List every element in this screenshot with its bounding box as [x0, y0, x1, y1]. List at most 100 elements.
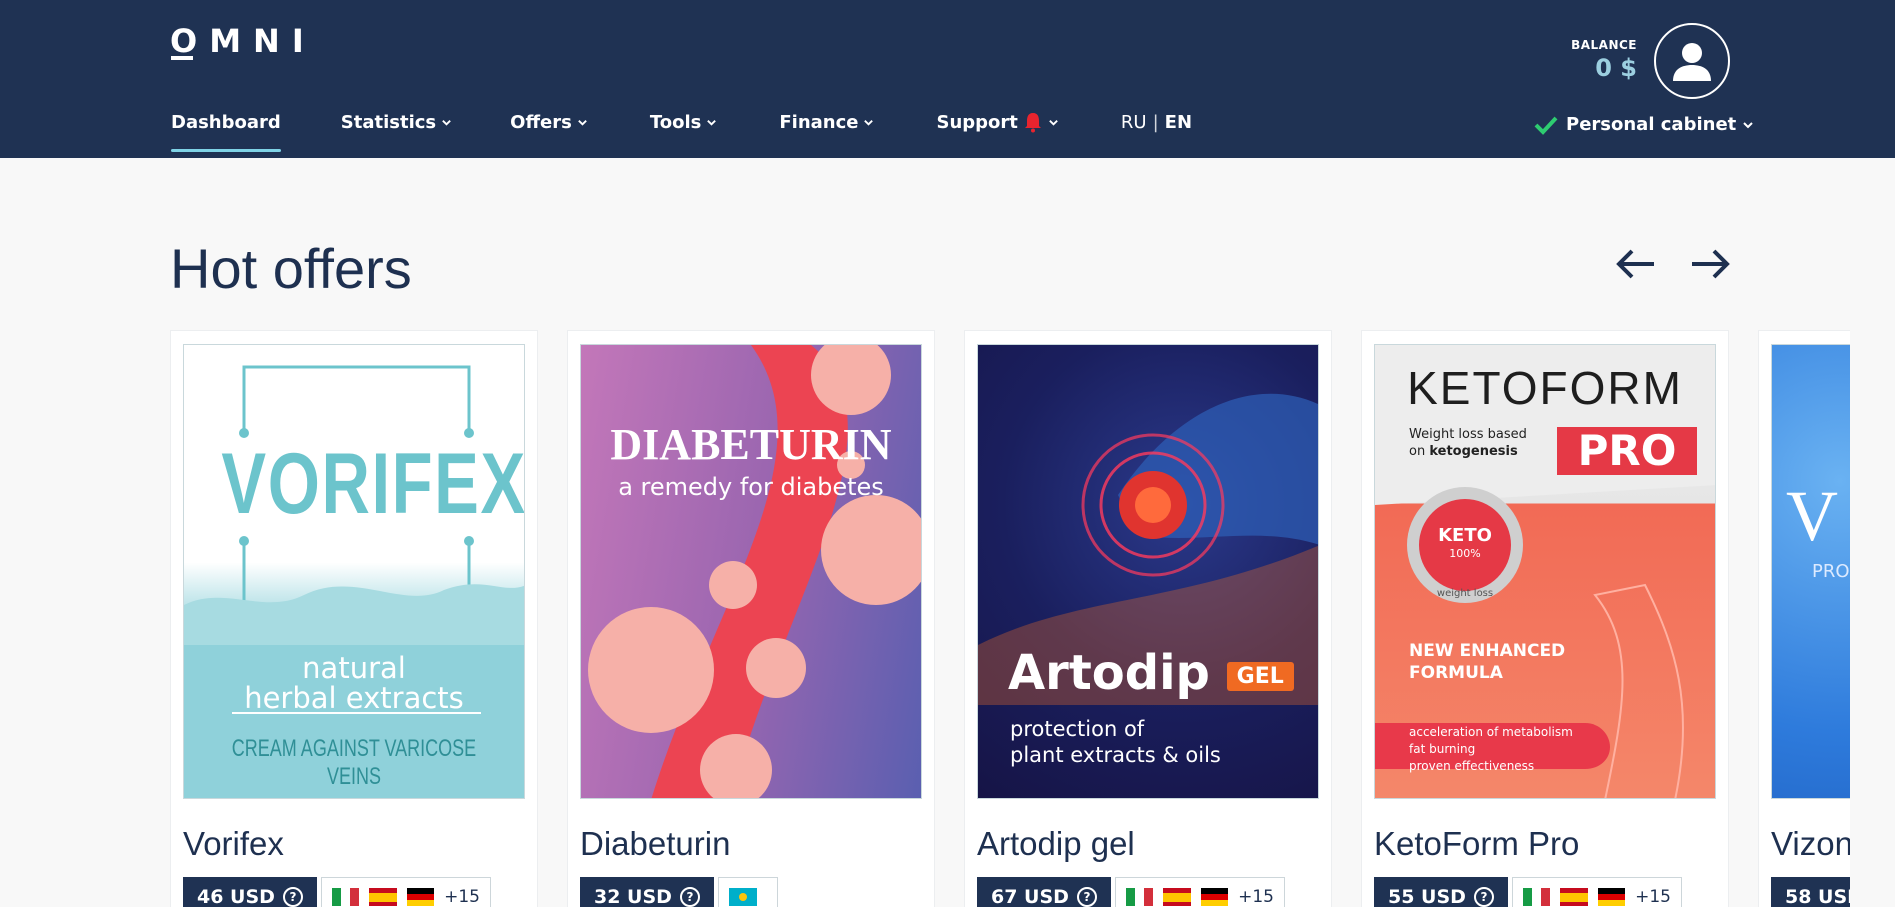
ketoform-tag3: ketogenesis: [1429, 444, 1518, 459]
ketoform-tag2: on: [1409, 444, 1426, 459]
check-icon: [1534, 116, 1558, 135]
germany-flag-icon: [1200, 888, 1229, 906]
chevron-down-icon: [1049, 119, 1058, 126]
balance-label: BALANCE: [1571, 38, 1637, 52]
chevron-down-icon: [578, 119, 587, 126]
nav-tools[interactable]: Tools: [650, 108, 718, 136]
chevron-down-icon: [707, 119, 717, 126]
italy-flag-icon: [1523, 888, 1551, 906]
artodip-brand: Artodip GEL: [1008, 645, 1318, 701]
main-nav: Dashboard Statistics Offers Tools Financ…: [171, 108, 1192, 152]
nav-dashboard[interactable]: Dashboard: [171, 108, 281, 152]
ketoform-line1: NEW ENHANCED: [1409, 641, 1566, 661]
ketoform-b1: acceleration of metabolism: [1409, 725, 1573, 739]
offer-name[interactable]: Artodip gel: [977, 825, 1135, 863]
ketoform-seal3: weight loss: [1436, 588, 1494, 599]
lang-ru[interactable]: RU: [1121, 112, 1147, 133]
more-geos-count: +15: [1238, 887, 1275, 907]
offer-price: 32 USD?: [580, 877, 714, 907]
offer-name[interactable]: Diabeturin: [580, 825, 730, 863]
chevron-down-icon: [442, 119, 451, 126]
offer-geos[interactable]: +15: [321, 877, 491, 907]
nav-statistics[interactable]: Statistics: [341, 108, 452, 136]
offer-geos[interactable]: +15: [1512, 877, 1682, 907]
artodip-badge: GEL: [1226, 661, 1294, 691]
offer-card[interactable]: V PRO Vizon 58 USD?: [1758, 330, 1850, 907]
artodip-brand-text: Artodip: [1008, 645, 1210, 701]
balance-block: BALANCE 0 $: [1571, 38, 1637, 82]
vizon-line1: PRO: [1812, 561, 1850, 582]
germany-flag-icon: [1597, 888, 1626, 906]
offer-image: V PRO: [1771, 344, 1850, 799]
kazakhstan-flag-icon: [729, 888, 757, 906]
offer-card[interactable]: KETOFORM PRO Weight loss based on ketoge…: [1361, 330, 1729, 907]
offer-name[interactable]: KetoForm Pro: [1374, 825, 1579, 863]
nav-statistics-label: Statistics: [340, 111, 437, 133]
offer-geos[interactable]: +15: [1115, 877, 1285, 907]
offer-card[interactable]: Artodip GEL protection of plant extracts…: [964, 330, 1332, 907]
section-title: Hot offers: [170, 237, 412, 300]
nav-support[interactable]: Support: [936, 108, 1058, 136]
ketoform-seal2: 100%: [1449, 547, 1481, 560]
arrow-left-icon[interactable]: [1614, 246, 1658, 282]
offer-geos[interactable]: [718, 877, 778, 907]
nav-dashboard-label: Dashboard: [171, 111, 281, 133]
offer-price: 67 USD?: [977, 877, 1111, 907]
vorifex-line1: natural: [302, 651, 406, 685]
more-geos-count: +15: [444, 887, 481, 907]
vorifex-brand: VORIFEX: [221, 436, 525, 532]
lang-separator: |: [1152, 111, 1159, 133]
offer-image: Artodip GEL protection of plant extracts…: [977, 344, 1319, 799]
vorifex-line3: CREAM AGAINST VARICOSE VEINS: [231, 735, 477, 790]
ketoform-b2: fat burning: [1409, 742, 1476, 756]
nav-support-label: Support: [936, 111, 1018, 133]
arrow-right-icon[interactable]: [1688, 246, 1732, 282]
offer-price-value: 46 USD: [197, 886, 275, 907]
offer-price-value: 32 USD: [594, 886, 672, 907]
offer-price: 58 USD?: [1771, 877, 1850, 907]
offer-card[interactable]: VORIFEX natural herbal extracts CREAM AG…: [170, 330, 538, 907]
logo-underline: [171, 56, 193, 60]
help-icon[interactable]: ?: [282, 887, 303, 907]
ketoform-line2: FORMULA: [1409, 663, 1503, 683]
nav-finance[interactable]: Finance: [779, 108, 874, 136]
offer-name[interactable]: Vizon: [1771, 825, 1850, 863]
language-switcher: RU | EN: [1121, 112, 1192, 133]
offer-image: DIABETURIN a remedy for diabetes: [580, 344, 922, 799]
offer-name[interactable]: Vorifex: [183, 825, 284, 863]
nav-tools-label: Tools: [649, 111, 702, 133]
help-icon[interactable]: ?: [1076, 887, 1097, 907]
diabeturin-art: [588, 345, 921, 798]
user-icon: [1673, 43, 1711, 81]
italy-flag-icon: [1126, 888, 1154, 906]
lang-en[interactable]: EN: [1165, 112, 1192, 133]
avatar[interactable]: [1654, 23, 1730, 99]
top-header: OMNI Dashboard Statistics Offers Tools F…: [0, 0, 1895, 158]
ketoform-tag2-row: on ketogenesis: [1409, 444, 1715, 459]
help-icon[interactable]: ?: [679, 887, 700, 907]
ketoform-seal1: KETO: [1438, 525, 1492, 546]
italy-flag-icon: [332, 888, 360, 906]
spain-flag-icon: [1560, 888, 1588, 906]
offer-price-value: 58 USD: [1785, 886, 1850, 907]
personal-cabinet-label: Personal cabinet: [1566, 114, 1737, 135]
offer-card[interactable]: DIABETURIN a remedy for diabetes Diabetu…: [567, 330, 935, 907]
help-icon[interactable]: ?: [1473, 887, 1494, 907]
diabeturin-line1: a remedy for diabetes: [618, 473, 884, 501]
offers-carousel: VORIFEX natural herbal extracts CREAM AG…: [170, 330, 1850, 907]
spain-flag-icon: [1163, 888, 1191, 906]
offer-image: KETOFORM PRO Weight loss based on ketoge…: [1374, 344, 1716, 799]
nav-offers-label: Offers: [510, 111, 572, 133]
vorifex-frame: [184, 365, 524, 714]
balance-value: 0 $: [1595, 54, 1637, 82]
nav-finance-label: Finance: [779, 111, 859, 133]
chevron-down-icon: [1743, 121, 1753, 128]
offer-price: 55 USD?: [1374, 877, 1508, 907]
personal-cabinet-menu[interactable]: Personal cabinet: [1534, 114, 1754, 135]
nav-offers[interactable]: Offers: [510, 108, 588, 136]
omni-logo[interactable]: OMNI: [170, 22, 316, 60]
offer-price-value: 55 USD: [1388, 886, 1466, 907]
germany-flag-icon: [406, 888, 435, 906]
offer-price-value: 67 USD: [991, 886, 1069, 907]
offer-price: 46 USD?: [183, 877, 317, 907]
